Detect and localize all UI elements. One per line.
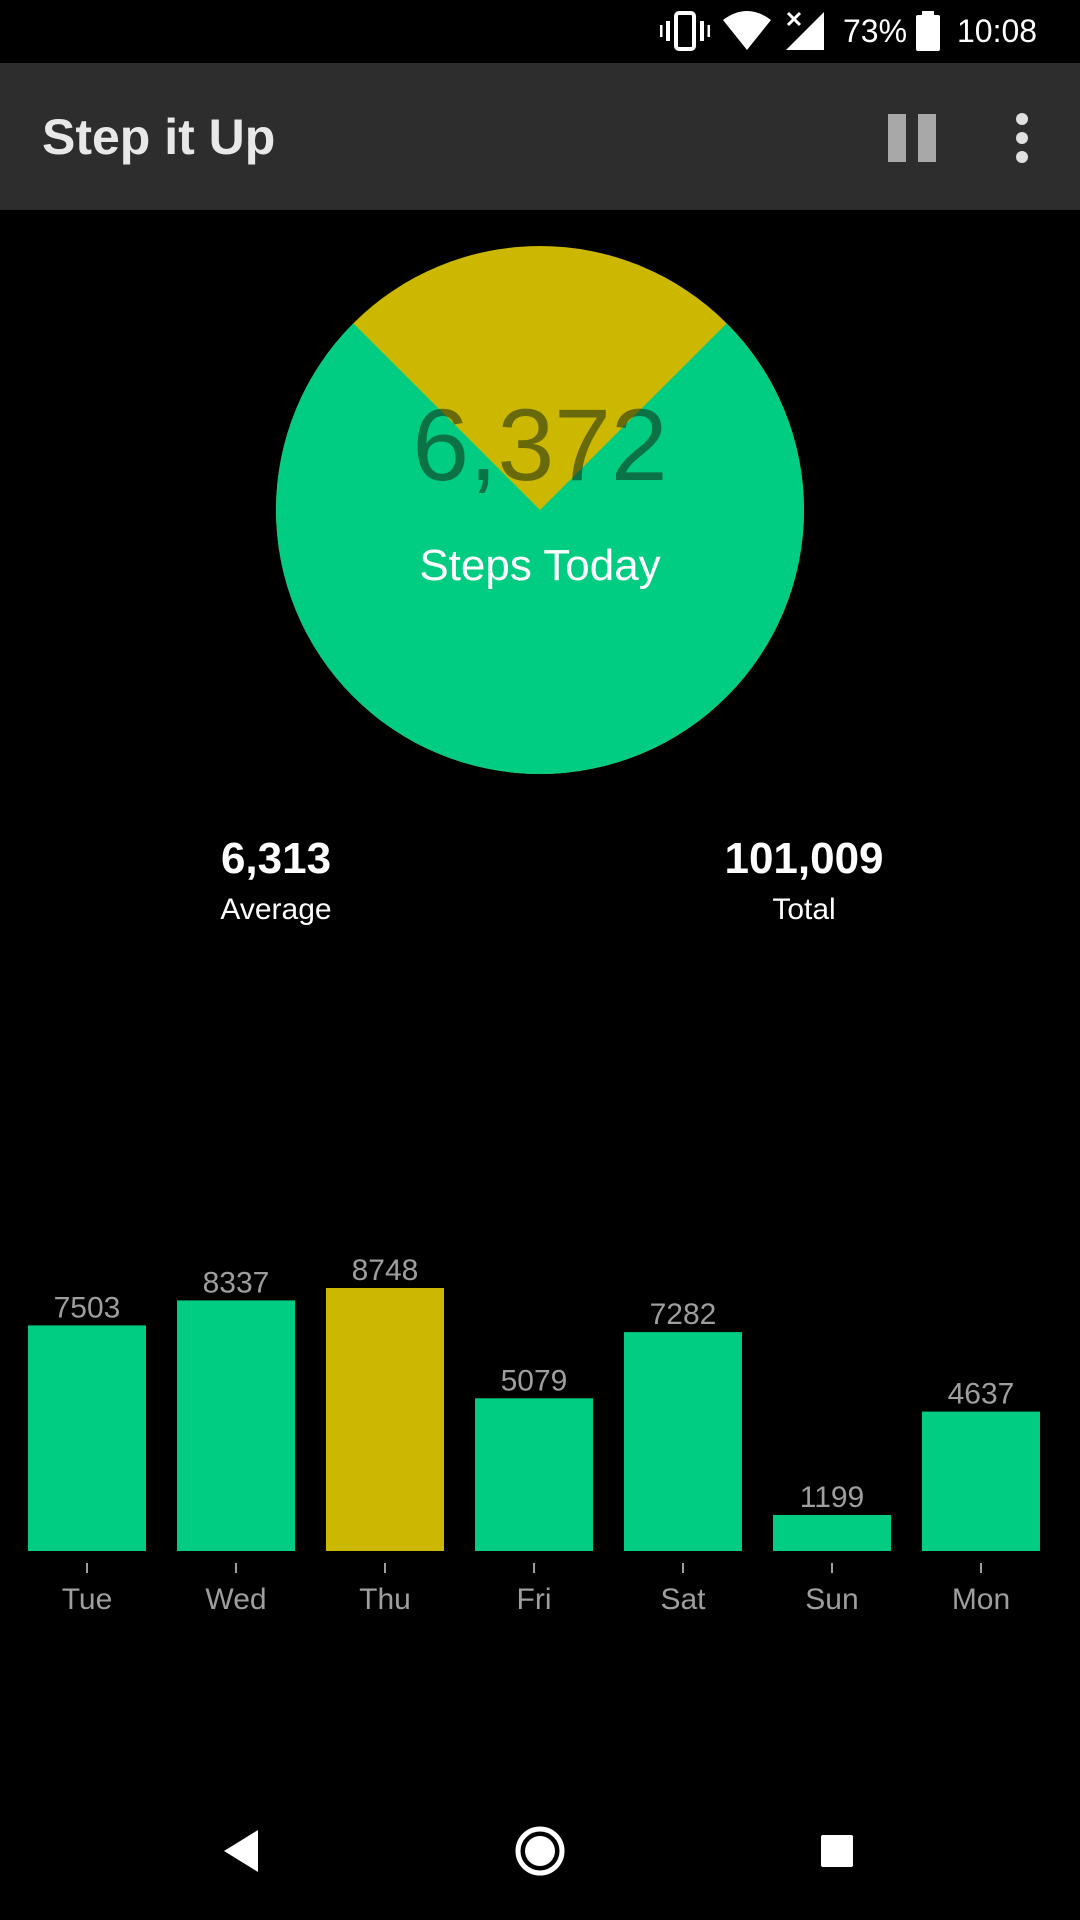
x-tick-label-tue: Tue [62,1583,113,1616]
bar-sun [773,1515,891,1551]
bar-value-label-sun: 1199 [800,1481,865,1514]
bar-value-label-wed: 8337 [203,1266,270,1299]
bar-mon [922,1411,1040,1551]
bar-value-label-mon: 4637 [948,1378,1015,1411]
today-step-count: 6,372 [412,388,668,502]
home-icon [515,1826,565,1876]
screen: 73% 10:08 Step it Up 6,372 Steps Today 6… [0,0,1080,1920]
status-clock: 10:08 [957,13,1038,49]
bar-tue [28,1325,146,1551]
back-button[interactable] [196,1806,286,1896]
recents-icon [821,1835,853,1867]
app-title: Step it Up [42,109,276,165]
bar-value-label-thu: 8748 [352,1254,419,1287]
x-tick-label-mon: Mon [952,1583,1010,1616]
today-progress-pie [276,246,804,774]
x-tick-label-wed: Wed [205,1583,266,1616]
app-bar: Step it Up [0,63,1080,210]
pause-icon [888,114,936,162]
bar-value-label-sat: 7282 [650,1298,717,1331]
x-tick-label-thu: Thu [359,1583,411,1616]
average-label: Average [220,893,332,926]
home-button[interactable] [495,1806,585,1896]
today-step-label: Steps Today [419,541,661,590]
navigation-bar [0,1776,1080,1920]
bar-thu [326,1288,444,1551]
weekly-steps-chart: 7503 Tue 8337 Wed 8748 Thu 5079 Fri 7282 Sat 1199 S… [28,1254,1040,1616]
average-value: 6,313 [220,834,332,883]
bar-value-label-tue: 7503 [54,1291,121,1324]
total-value: 101,009 [724,834,884,883]
x-tick-label-fri: Fri [517,1583,552,1616]
vibrate-icon [660,11,710,51]
x-tick-label-sun: Sun [805,1583,858,1616]
battery-percent: 73% [843,13,908,49]
bar-sat [624,1332,742,1551]
x-tick-label-sat: Sat [660,1583,706,1616]
battery-icon [916,11,940,51]
recents-button[interactable] [792,1806,882,1896]
status-bar: 73% 10:08 [0,0,1080,63]
bar-fri [475,1398,593,1551]
total-label: Total [772,893,836,926]
back-icon [224,1830,258,1872]
signal-icon [786,11,824,50]
bar-value-label-fri: 5079 [501,1364,568,1397]
bar-wed [177,1300,295,1551]
overflow-menu-button[interactable] [1000,108,1044,168]
overflow-menu-icon [1016,113,1028,163]
wifi-icon [723,11,771,50]
pause-button[interactable] [880,108,944,168]
